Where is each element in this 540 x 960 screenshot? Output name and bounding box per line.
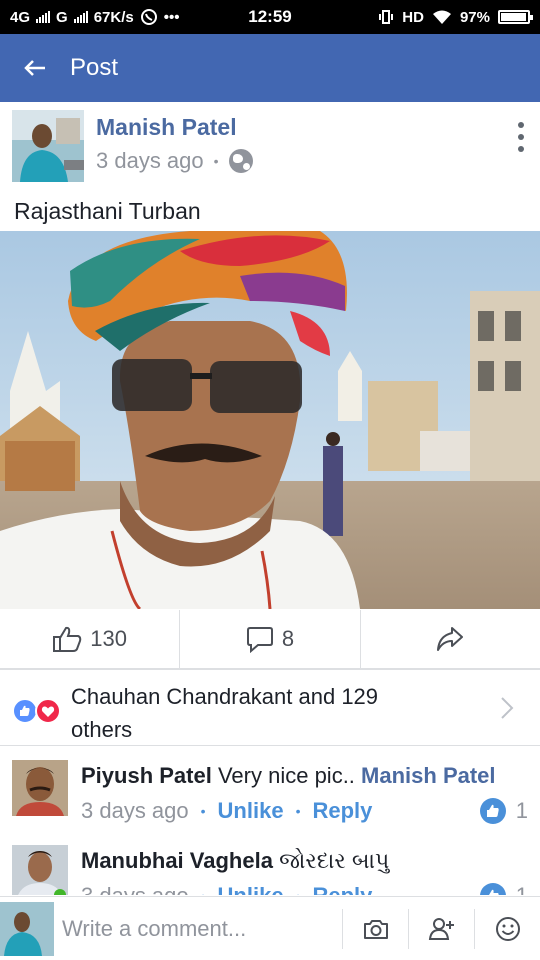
post-photo[interactable] [0, 231, 540, 609]
comment-meta: 3 days ago • Unlike • Reply 1 [81, 796, 528, 826]
share-icon [437, 627, 464, 651]
tag-friends-button[interactable] [408, 908, 474, 949]
comment-meta: 3 days ago • Unlike • Reply 1 [81, 881, 528, 895]
battery-icon [498, 10, 533, 24]
emoji-button[interactable] [474, 908, 540, 949]
commenter-name[interactable]: Manubhai Vaghela [81, 848, 273, 873]
thumbs-up-icon [479, 798, 506, 824]
meta-separator: • [213, 153, 219, 169]
thumbs-up-icon [53, 626, 82, 652]
comment-button[interactable]: 8 [180, 610, 361, 668]
whatsapp-icon [140, 8, 158, 26]
comment-count: 8 [281, 626, 295, 651]
signal-icon-2 [73, 11, 88, 23]
meta-separator: • [296, 888, 301, 895]
like-number: 1 [516, 883, 528, 895]
like-button[interactable]: 130 [0, 610, 181, 668]
turban-selfie-image [0, 231, 540, 609]
chevron-right-icon [501, 697, 514, 719]
commenter-avatar[interactable] [12, 760, 68, 816]
post-action-bar: 130 8 [0, 610, 540, 670]
signal-icon [36, 11, 51, 23]
like-number: 1 [515, 798, 528, 823]
thumbs-up-icon [479, 883, 506, 895]
author-photo [12, 110, 84, 182]
tagged-user[interactable]: Manish Patel [361, 763, 495, 788]
reactions-text: Chauhan Chandrakant and 129 others [71, 684, 379, 742]
network-type-label: 4G [10, 8, 31, 26]
commenter-photo [12, 845, 68, 895]
network-speed: 67K/s [93, 8, 134, 26]
reply-button[interactable]: Reply [312, 883, 372, 895]
comment-body: Piyush Patel Very nice pic.. Manish Pate… [81, 760, 528, 792]
post-header: Manish Patel 3 days ago • [0, 102, 540, 186]
comment-input[interactable]: Write a comment... [62, 916, 342, 942]
commenter-photo [12, 760, 68, 816]
page-title: Post [70, 54, 119, 81]
meta-separator: • [201, 888, 206, 895]
hd-label: HD [402, 8, 424, 26]
status-bar: 4G G 67K/s ••• 12:59 HD 97% [0, 0, 540, 34]
reply-button[interactable]: Reply [312, 798, 372, 824]
unlike-button[interactable]: Unlike [218, 798, 284, 824]
like-love-reaction-icons [12, 698, 61, 724]
app-bar: Post [0, 34, 540, 102]
add-person-icon [428, 917, 454, 940]
network-type-label-2: G [56, 8, 68, 26]
current-user-photo [0, 901, 54, 956]
like-count: 130 [90, 626, 128, 651]
comment-item: Manubhai Vaghela જોરદાર બાપુ 3 days ago … [0, 845, 540, 895]
author-name[interactable]: Manish Patel [96, 114, 237, 141]
comment-like-count[interactable]: 1 [479, 798, 528, 824]
current-user-avatar [0, 901, 54, 956]
battery-percent: 97% [459, 8, 490, 26]
back-button[interactable] [0, 34, 70, 102]
meta-separator: • [295, 803, 301, 819]
meta-separator: • [200, 803, 206, 819]
vibrate-icon [378, 9, 394, 25]
more-options-icon[interactable] [516, 122, 526, 152]
comment-time: 3 days ago [81, 798, 189, 823]
globe-icon [228, 149, 253, 173]
comment-text: Very nice pic.. [217, 763, 355, 788]
post-meta: 3 days ago • [96, 148, 253, 174]
more-notifications-icon: ••• [163, 8, 180, 26]
reactions-summary[interactable]: Chauhan Chandrakant and 129 others [0, 672, 540, 746]
commenter-name[interactable]: Piyush Patel [81, 763, 212, 788]
comment-composer: Write a comment... [0, 896, 540, 960]
comment-icon [246, 627, 273, 653]
wifi-icon [432, 9, 452, 25]
commenter-avatar[interactable] [12, 845, 68, 895]
author-avatar[interactable] [12, 110, 84, 182]
comment-text: જોરદાર બાપુ [279, 848, 390, 873]
comment-like-count[interactable]: 1 [479, 883, 528, 895]
camera-button[interactable] [342, 908, 408, 949]
comment-body: Manubhai Vaghela જોરદાર બાપુ [81, 845, 528, 877]
unlike-button[interactable]: Unlike [218, 883, 284, 895]
smiley-icon [495, 916, 520, 941]
back-arrow-icon [24, 60, 45, 76]
share-button[interactable] [361, 610, 540, 668]
post-caption: Rajasthani Turban [14, 198, 201, 224]
comment-item: Piyush Patel Very nice pic.. Manish Pate… [0, 760, 540, 830]
comment-time: 3 days ago [81, 883, 189, 895]
post-time[interactable]: 3 days ago [96, 148, 204, 174]
camera-icon [363, 919, 388, 939]
